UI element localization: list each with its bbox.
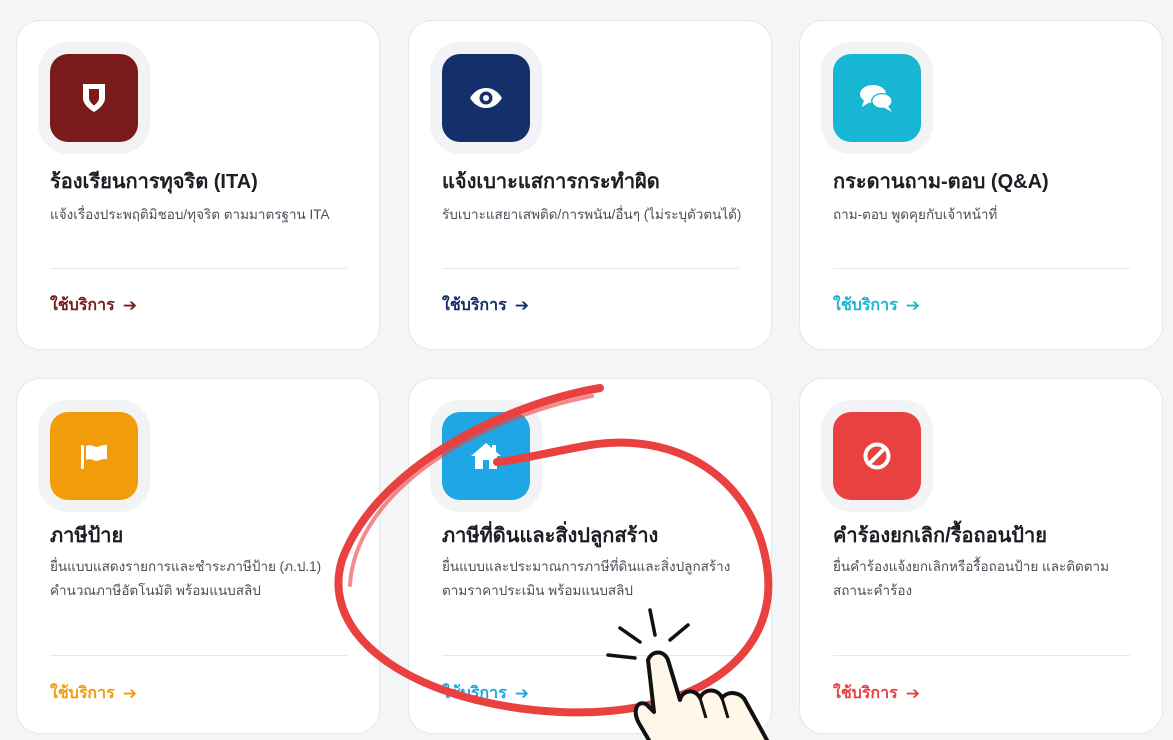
- arrow-right-icon: ➔: [122, 295, 137, 315]
- chat-bubbles-icon: [833, 54, 921, 142]
- arrow-right-icon: ➔: [514, 295, 529, 315]
- use-service-label: ใช้บริการ: [442, 297, 507, 314]
- ban-icon: [833, 412, 921, 500]
- service-grid: ร้องเรียนการทุจริต (ITA) แจ้งเรื่องประพฤ…: [0, 0, 1173, 740]
- use-service-label: ใช้บริการ: [50, 685, 115, 702]
- card-title: ภาษีที่ดินและสิ่งปลูกสร้าง: [442, 525, 659, 547]
- use-service-link[interactable]: ใช้บริการ ➔: [50, 293, 137, 318]
- card-description: ยื่นคำร้องแจ้งยกเลิกหรือรื้อถอนป้าย และต…: [833, 559, 1109, 598]
- card-description: แจ้งเรื่องประพฤติมิชอบ/ทุจริต ตามมาตรฐาน…: [50, 207, 330, 222]
- card-title: ร้องเรียนการทุจริต (ITA): [50, 171, 258, 193]
- service-card-sign-removal[interactable]: คำร้องยกเลิก/รื้อถอนป้าย ยื่นคำร้องแจ้งย…: [799, 378, 1163, 734]
- arrow-right-icon: ➔: [514, 683, 529, 703]
- card-divider: [833, 655, 1130, 656]
- arrow-right-icon: ➔: [122, 683, 137, 703]
- service-card-report-wrongdoing[interactable]: แจ้งเบาะแสการกระทำผิด รับเบาะแสยาเสพติด/…: [408, 20, 772, 350]
- card-title: แจ้งเบาะแสการกระทำผิด: [442, 171, 660, 193]
- use-service-link[interactable]: ใช้บริการ ➔: [442, 681, 529, 706]
- use-service-label: ใช้บริการ: [50, 297, 115, 314]
- arrow-right-icon: ➔: [905, 295, 920, 315]
- card-title: กระดานถาม-ตอบ (Q&A): [833, 171, 1049, 193]
- card-title: ภาษีป้าย: [50, 525, 124, 547]
- service-card-land-building-tax[interactable]: ภาษีที่ดินและสิ่งปลูกสร้าง ยื่นแบบและประ…: [408, 378, 772, 734]
- card-divider: [50, 268, 347, 269]
- arrow-right-icon: ➔: [905, 683, 920, 703]
- card-divider: [442, 268, 739, 269]
- use-service-label: ใช้บริการ: [442, 685, 507, 702]
- card-description: ยื่นแบบแสดงรายการและชำระภาษีป้าย (ภ.ป.1)…: [50, 559, 322, 598]
- use-service-link[interactable]: ใช้บริการ ➔: [50, 681, 137, 706]
- flag-icon: [50, 412, 138, 500]
- card-description: ถาม-ตอบ พูดคุยกับเจ้าหน้าที่: [833, 207, 998, 222]
- use-service-label: ใช้บริการ: [833, 685, 898, 702]
- card-divider: [833, 268, 1130, 269]
- use-service-link[interactable]: ใช้บริการ ➔: [833, 681, 920, 706]
- home-icon: [442, 412, 530, 500]
- card-description: ยื่นแบบและประมาณการภาษีที่ดินและสิ่งปลูก…: [442, 559, 731, 598]
- use-service-link[interactable]: ใช้บริการ ➔: [442, 293, 529, 318]
- card-description: รับเบาะแสยาเสพติด/การพนัน/อื่นๆ (ไม่ระบุ…: [442, 207, 742, 222]
- card-divider: [50, 655, 347, 656]
- service-card-signage-tax[interactable]: ภาษีป้าย ยื่นแบบแสดงรายการและชำระภาษีป้า…: [16, 378, 380, 734]
- use-service-label: ใช้บริการ: [833, 297, 898, 314]
- service-card-ita-complaint[interactable]: ร้องเรียนการทุจริต (ITA) แจ้งเรื่องประพฤ…: [16, 20, 380, 350]
- use-service-link[interactable]: ใช้บริการ ➔: [833, 293, 920, 318]
- service-card-qa-board[interactable]: กระดานถาม-ตอบ (Q&A) ถาม-ตอบ พูดคุยกับเจ้…: [799, 20, 1163, 350]
- shield-icon: [50, 54, 138, 142]
- eye-icon: [442, 54, 530, 142]
- card-divider: [442, 655, 739, 656]
- card-title: คำร้องยกเลิก/รื้อถอนป้าย: [833, 525, 1047, 547]
